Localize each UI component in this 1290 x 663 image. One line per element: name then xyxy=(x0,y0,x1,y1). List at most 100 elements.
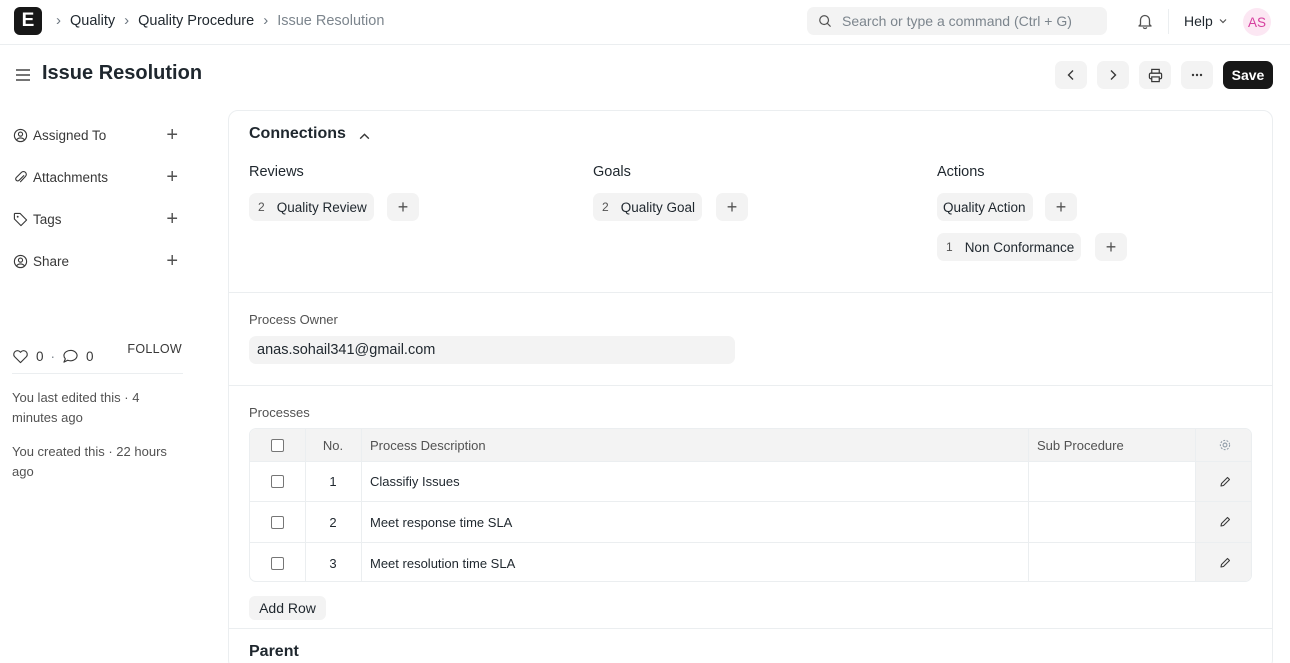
stats-separator: · xyxy=(50,349,56,364)
connection-label: Quality Goal xyxy=(620,199,695,215)
pencil-icon xyxy=(1219,516,1230,527)
plus-icon[interactable]: + xyxy=(166,125,178,145)
row-edit-button[interactable] xyxy=(1196,543,1251,581)
more-actions-button[interactable] xyxy=(1181,61,1213,89)
chevron-up-icon[interactable] xyxy=(358,130,371,143)
section-divider xyxy=(229,385,1272,386)
row-checkbox[interactable] xyxy=(271,475,284,488)
sidebar-item-label: Share xyxy=(33,253,70,269)
section-divider xyxy=(229,628,1272,629)
chevron-right-icon: › xyxy=(263,12,269,29)
created-note: You created this · 22 hours ago xyxy=(12,444,167,479)
app-logo[interactable]: E xyxy=(14,7,42,35)
add-quality-goal-button[interactable]: + xyxy=(716,193,748,221)
table-row[interactable]: 1 Classifiy Issues xyxy=(250,462,1251,502)
row-description[interactable]: Meet response time SLA xyxy=(370,502,512,542)
row-edit-button[interactable] xyxy=(1196,462,1251,501)
last-edited-note: You last edited this · 4 minutes ago xyxy=(12,390,140,425)
breadcrumb-current[interactable]: Issue Resolution xyxy=(277,13,384,29)
pencil-icon xyxy=(1219,557,1230,568)
top-navbar: E › Quality › Quality Procedure › Issue … xyxy=(0,0,1290,45)
search-input[interactable]: Search or type a command (Ctrl + G) xyxy=(807,7,1107,35)
help-dropdown[interactable]: Help xyxy=(1184,13,1228,29)
breadcrumb-quality-procedure[interactable]: Quality Procedure xyxy=(138,13,254,29)
plus-icon[interactable]: + xyxy=(166,209,178,229)
column-divider xyxy=(1028,429,1029,581)
plus-icon: + xyxy=(1055,196,1067,217)
search-placeholder: Search or type a command (Ctrl + G) xyxy=(842,13,1072,29)
column-header-description: Process Description xyxy=(370,437,486,453)
row-checkbox-cell xyxy=(271,543,284,581)
help-label: Help xyxy=(1184,13,1213,29)
add-quality-review-button[interactable]: + xyxy=(387,193,419,221)
sidebar-item-tags[interactable]: Tags + xyxy=(13,209,178,229)
connection-heading-reviews: Reviews xyxy=(249,164,304,180)
column-divider xyxy=(1195,429,1196,581)
process-owner-field[interactable]: anas.sohail341@gmail.com xyxy=(249,336,735,364)
column-divider xyxy=(305,429,306,581)
table-row[interactable]: 3 Meet resolution time SLA xyxy=(250,543,1251,581)
print-button[interactable] xyxy=(1139,61,1171,89)
row-number: 2 xyxy=(329,514,337,530)
connection-label: Quality Review xyxy=(276,199,367,215)
connection-non-conformance[interactable]: 1 Non Conformance xyxy=(937,233,1082,261)
sidebar-toggle-icon[interactable] xyxy=(15,67,31,83)
row-checkbox[interactable] xyxy=(271,515,284,529)
processes-label: Processes xyxy=(249,405,310,420)
sidebar-item-attachments[interactable]: Attachments + xyxy=(13,167,178,187)
save-button[interactable]: Save xyxy=(1223,61,1273,89)
ellipsis-icon xyxy=(1191,73,1203,77)
add-row-button[interactable]: Add Row xyxy=(249,596,326,620)
chevron-right-icon: › xyxy=(56,12,61,29)
table-row[interactable]: 2 Meet response time SLA xyxy=(250,502,1251,543)
column-divider xyxy=(361,429,362,581)
plus-icon[interactable]: + xyxy=(166,251,178,271)
column-header-no: No. xyxy=(322,437,344,453)
processes-table: No. Process Description Sub Procedure 1 … xyxy=(249,428,1252,582)
share-icon xyxy=(13,254,28,268)
parent-section-title: Parent xyxy=(249,643,299,660)
row-description[interactable]: Meet resolution time SLA xyxy=(370,543,515,581)
sidebar-item-assigned-to[interactable]: Assigned To + xyxy=(13,125,178,145)
row-checkbox[interactable] xyxy=(271,556,284,570)
sidebar-item-label: Tags xyxy=(33,211,62,227)
follow-button[interactable]: FOLLOW xyxy=(127,342,182,356)
column-settings[interactable] xyxy=(1196,429,1251,461)
chevron-right-icon: › xyxy=(124,12,130,29)
comment-icon[interactable] xyxy=(62,349,79,364)
connection-quality-goal[interactable]: 2 Quality Goal xyxy=(593,193,702,221)
add-non-conformance-button[interactable]: + xyxy=(1095,233,1127,261)
avatar[interactable]: AS xyxy=(1243,8,1271,36)
connection-quality-action[interactable]: Quality Action xyxy=(937,193,1033,221)
select-all-checkbox[interactable] xyxy=(271,438,284,452)
add-quality-action-button[interactable]: + xyxy=(1045,193,1077,221)
table-header: No. Process Description Sub Procedure xyxy=(250,429,1251,462)
plus-icon[interactable]: + xyxy=(166,167,178,187)
bell-icon[interactable] xyxy=(1136,12,1154,30)
paperclip-icon xyxy=(15,170,27,182)
pencil-icon xyxy=(1219,476,1230,487)
connection-quality-review[interactable]: 2 Quality Review xyxy=(249,193,374,221)
tag-icon xyxy=(13,212,28,226)
navbar-divider xyxy=(1168,9,1169,34)
heart-icon[interactable] xyxy=(12,349,29,364)
row-description[interactable]: Classifiy Issues xyxy=(370,462,460,501)
connection-heading-goals: Goals xyxy=(593,164,631,180)
connection-count: 2 xyxy=(602,200,609,214)
chevron-left-icon xyxy=(1067,70,1074,80)
row-checkbox-cell xyxy=(271,502,284,542)
comment-count: 0 xyxy=(86,349,94,364)
row-edit-button[interactable] xyxy=(1196,502,1251,542)
next-doc-button[interactable] xyxy=(1097,61,1129,89)
row-number: 3 xyxy=(329,555,337,571)
breadcrumb: › Quality › Quality Procedure › Issue Re… xyxy=(56,12,384,29)
breadcrumb-quality[interactable]: Quality xyxy=(70,13,115,29)
connections-title[interactable]: Connections xyxy=(249,125,346,143)
plus-icon: + xyxy=(726,196,738,217)
sidebar-item-share[interactable]: Share + xyxy=(13,251,178,271)
connection-count: 1 xyxy=(946,240,953,254)
previous-doc-button[interactable] xyxy=(1055,61,1087,89)
gear-icon xyxy=(1219,439,1230,451)
column-header-sub-procedure: Sub Procedure xyxy=(1037,437,1124,453)
row-checkbox-cell xyxy=(271,462,284,501)
